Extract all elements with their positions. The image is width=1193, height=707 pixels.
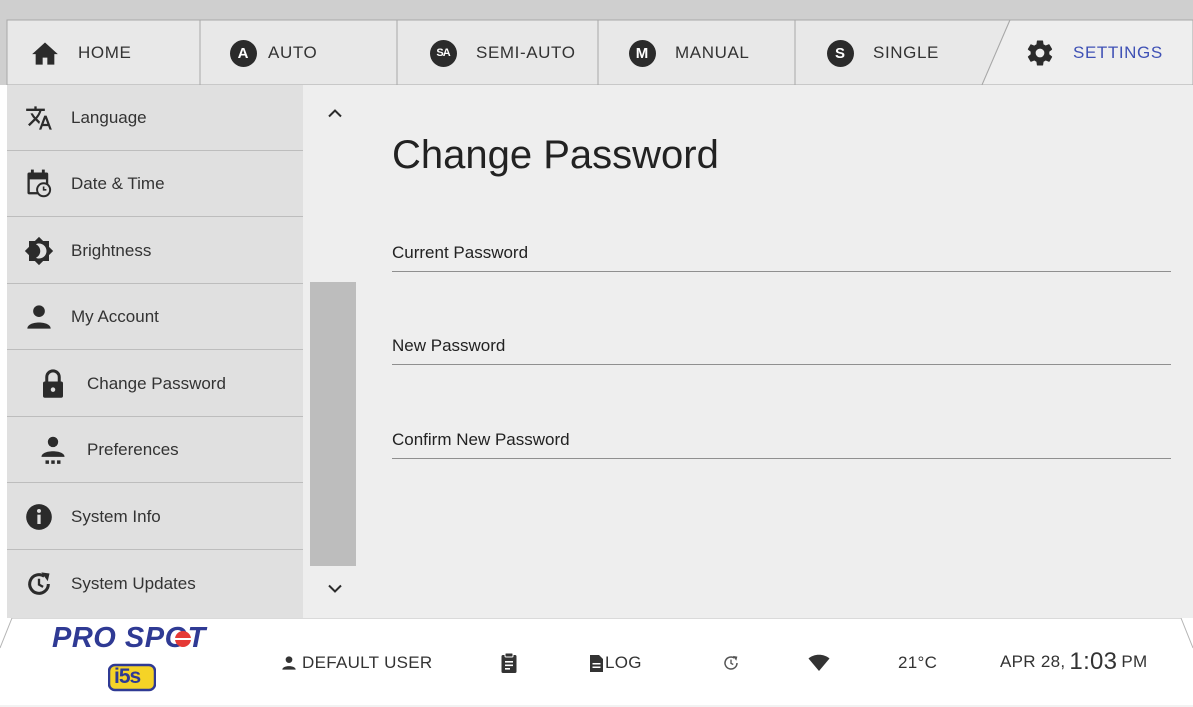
wifi-icon — [808, 652, 830, 674]
change-password-panel: Change Password — [366, 85, 1193, 618]
sidebar-item-my-account[interactable]: My Account — [7, 284, 303, 350]
sidebar-item-language-label: Language — [71, 107, 147, 127]
wifi-status[interactable] — [808, 648, 830, 678]
manual-badge-icon: M — [627, 38, 657, 68]
clock: APR 28, 1:03 PM — [1000, 644, 1147, 680]
manual-badge-letter: M — [628, 39, 656, 67]
tab-auto-label: AUTO — [268, 43, 318, 62]
document-icon — [587, 652, 605, 674]
semi-auto-badge-letter: SA — [429, 39, 457, 67]
tab-semi-auto-label: SEMI-AUTO — [476, 43, 576, 62]
page-title: Change Password — [392, 133, 719, 177]
person-icon — [24, 302, 54, 332]
clipboard-icon — [498, 652, 520, 674]
history-icon — [720, 652, 742, 674]
history-button[interactable] — [720, 648, 742, 678]
temperature-readout: 21°C — [898, 648, 937, 678]
tab-semi-auto[interactable]: SA SEMI-AUTO — [428, 30, 576, 76]
sidebar-item-system-info-label: System Info — [71, 506, 161, 526]
info-icon — [24, 502, 54, 532]
i5s-badge-text: i5s — [114, 665, 141, 688]
semi-auto-badge-icon: SA — [428, 38, 458, 68]
current-user-label: DEFAULT USER — [302, 653, 433, 672]
clock-ampm: PM — [1121, 652, 1148, 671]
tab-auto[interactable]: A AUTO — [228, 30, 317, 76]
tab-single[interactable]: S SINGLE — [825, 30, 939, 76]
sidebar-item-date-time[interactable]: Date & Time — [7, 151, 303, 217]
lock-icon — [38, 368, 68, 399]
confirm-new-password-field — [392, 409, 1171, 459]
gear-icon — [1025, 38, 1055, 68]
status-bar: PRO SPOT i5s DEFAULT USER LOG 21°C APR 2… — [0, 618, 1193, 707]
person-settings-icon — [38, 435, 68, 465]
home-icon — [30, 38, 60, 68]
brightness-icon — [24, 236, 54, 266]
sidebar-item-system-updates-label: System Updates — [71, 574, 196, 593]
new-password-field — [392, 315, 1171, 365]
sidebar-item-change-password[interactable]: Change Password — [7, 351, 303, 417]
tab-home-label: HOME — [78, 43, 132, 62]
tab-manual[interactable]: M MANUAL — [627, 30, 749, 76]
sidebar-item-my-account-label: My Account — [71, 306, 159, 326]
top-tab-bar: HOME A AUTO SA SEMI-AUTO M MANUAL S SING… — [0, 0, 1193, 85]
tab-manual-label: MANUAL — [675, 43, 750, 62]
user-icon — [278, 652, 300, 674]
sidebar-scrollbar — [303, 85, 366, 618]
current-user[interactable]: DEFAULT USER — [278, 648, 433, 678]
tab-settings[interactable]: SETTINGS — [1025, 30, 1163, 76]
sidebar-item-brightness-label: Brightness — [71, 240, 152, 260]
settings-sidebar: Language Date & Time Brightness My Accou… — [7, 85, 303, 618]
sidebar-item-change-password-label: Change Password — [87, 373, 226, 393]
scroll-down-button[interactable] — [323, 579, 347, 599]
auto-badge-letter: A — [229, 39, 257, 67]
log-label: LOG — [605, 653, 642, 672]
sidebar-item-language[interactable]: Language — [7, 85, 303, 151]
clock-date: APR 28, — [1000, 652, 1066, 671]
auto-badge-icon: A — [228, 38, 258, 68]
current-password-field — [392, 222, 1171, 272]
sidebar-item-brightness[interactable]: Brightness — [7, 218, 303, 284]
tab-home[interactable]: HOME — [30, 30, 131, 76]
single-badge-icon: S — [825, 38, 855, 68]
clipboard-button[interactable] — [498, 648, 520, 678]
sidebar-item-date-time-label: Date & Time — [71, 173, 165, 193]
temperature-value: 21°C — [898, 653, 938, 672]
translate-icon — [24, 103, 54, 133]
scrollbar-thumb[interactable] — [310, 282, 356, 566]
scroll-up-button[interactable] — [323, 103, 347, 123]
log-button[interactable]: LOG — [587, 648, 642, 678]
chevron-up-icon — [328, 109, 342, 118]
pro-spot-logo: PRO SPOT i5s — [52, 622, 222, 698]
i5s-badge: i5s — [107, 662, 157, 692]
single-badge-letter: S — [826, 39, 854, 67]
clock-time: 1:03 — [1069, 648, 1118, 675]
logo-red-dot — [175, 631, 191, 647]
tab-shapes — [6, 19, 1193, 85]
sidebar-item-system-info[interactable]: System Info — [7, 484, 303, 550]
tab-single-label: SINGLE — [873, 43, 939, 62]
confirm-new-password-input[interactable] — [392, 430, 1171, 450]
calendar-clock-icon — [24, 169, 54, 199]
update-icon — [24, 569, 54, 599]
sidebar-item-preferences-label: Preferences — [87, 439, 179, 459]
current-password-input[interactable] — [392, 243, 1171, 263]
new-password-input[interactable] — [392, 336, 1171, 356]
sidebar-item-preferences[interactable]: Preferences — [7, 417, 303, 483]
tab-settings-label: SETTINGS — [1073, 43, 1163, 62]
chevron-down-icon — [328, 584, 342, 593]
sidebar-item-system-updates[interactable]: System Updates — [7, 551, 303, 617]
